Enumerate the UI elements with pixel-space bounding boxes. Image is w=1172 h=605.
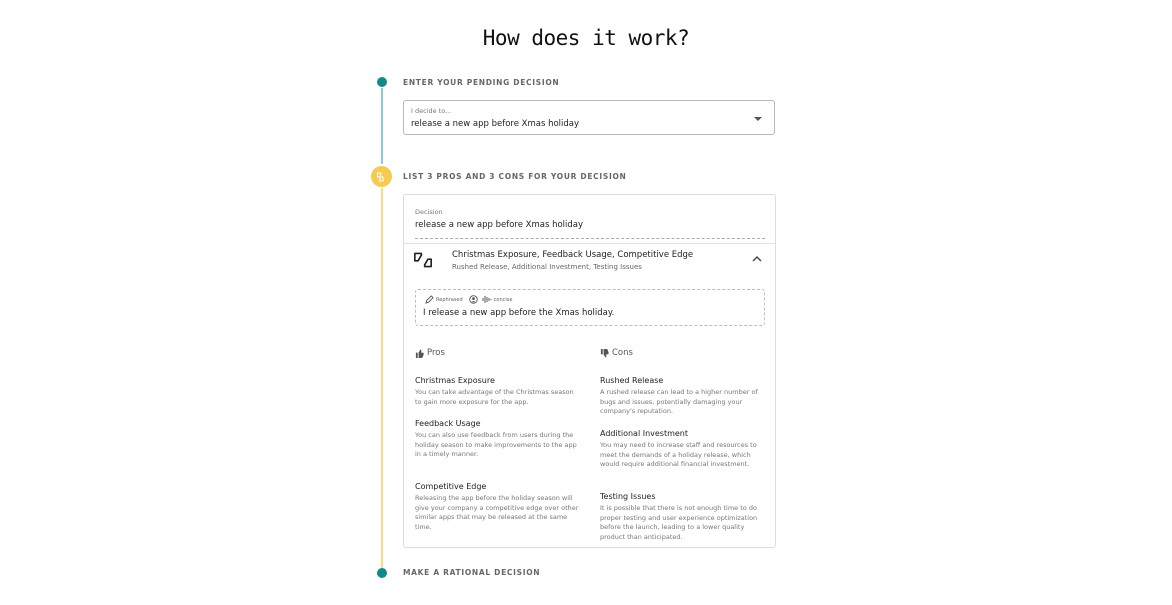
- pro-item-desc: You can take advantage of the Christmas …: [415, 388, 574, 406]
- con-item-desc: A rushed release can lead to a higher nu…: [600, 388, 758, 416]
- con-item-desc: It is possible that there is not enough …: [600, 504, 758, 541]
- pro-item-title: Competitive Edge: [415, 482, 487, 491]
- step-label-enter-decision: ENTER YOUR PENDING DECISION: [403, 78, 560, 87]
- step-label-rational-decision: MAKE A RATIONAL DECISION: [403, 568, 541, 577]
- chevron-down-icon[interactable]: [754, 117, 762, 121]
- rephrased-tag-label: Rephrased: [436, 296, 463, 303]
- con-item-title: Testing Issues: [600, 492, 656, 501]
- accordion-title[interactable]: Christmas Exposure, Feedback Usage, Comp…: [452, 250, 693, 260]
- pro-item-title: Christmas Exposure: [415, 376, 495, 385]
- pros-heading-label: Pros: [427, 348, 445, 358]
- divider: [404, 243, 775, 244]
- pro-item: Feedback Usage You can also use feedback…: [415, 419, 580, 460]
- con-item-title: Rushed Release: [600, 376, 664, 385]
- decision-field-value: release a new app before Xmas holiday: [415, 220, 584, 230]
- timeline-line-step1: [381, 88, 383, 164]
- con-item: Testing Issues It is possible that there…: [600, 492, 765, 542]
- decision-select[interactable]: I decide to... release a new app before …: [403, 100, 775, 135]
- pros-cons-icon: [376, 172, 383, 181]
- rephrased-tag: Rephrased: [425, 295, 463, 304]
- user-icon: [468, 295, 478, 304]
- cons-heading-label: Cons: [612, 348, 633, 358]
- pro-item: Christmas Exposure You can take advantag…: [415, 376, 580, 407]
- timeline-badge-step2: [371, 166, 392, 187]
- decision-select-label: I decide to...: [411, 107, 452, 115]
- con-item-desc: You may need to increase staff and resou…: [600, 441, 757, 469]
- chevron-up-icon[interactable]: [752, 256, 762, 262]
- concise-tag: concise: [482, 295, 513, 304]
- timeline-line-step2: [381, 188, 383, 568]
- thumbs-down-icon: [600, 348, 609, 358]
- timeline-dot-step3: [377, 568, 387, 578]
- rephrase-box[interactable]: Rephrased concise I release a new app be…: [415, 289, 765, 326]
- con-item: Rushed Release A rushed release can lead…: [600, 376, 765, 417]
- concise-tag-label: concise: [493, 296, 513, 303]
- pros-cons-card: Decision release a new app before Xmas h…: [403, 194, 776, 548]
- pro-item: Competitive Edge Releasing the app befor…: [415, 482, 580, 532]
- pros-cons-icon: [414, 252, 432, 268]
- rephrase-tags: Rephrased concise: [425, 295, 514, 304]
- pencil-icon: [425, 295, 434, 304]
- decision-select-value: release a new app before Xmas holiday: [411, 119, 580, 129]
- step-label-pros-cons: LIST 3 PROS AND 3 CONS FOR YOUR DECISION: [403, 172, 627, 181]
- pro-item-title: Feedback Usage: [415, 419, 481, 428]
- pro-item-desc: You can also use feedback from users dur…: [415, 431, 577, 459]
- thumbs-up-icon: [415, 348, 424, 358]
- waveform-icon: [482, 296, 492, 303]
- cons-heading: Cons: [600, 348, 633, 358]
- decision-field-label: Decision: [415, 208, 443, 216]
- page-title: How does it work?: [482, 26, 690, 50]
- accordion-subtitle: Rushed Release, Additional Investment, T…: [452, 263, 642, 271]
- con-item: Additional Investment You may need to in…: [600, 429, 765, 470]
- timeline-dot-step1: [377, 77, 387, 87]
- rephrase-text: I release a new app before the Xmas holi…: [423, 308, 615, 318]
- con-item-title: Additional Investment: [600, 429, 689, 438]
- decision-field[interactable]: Decision release a new app before Xmas h…: [415, 208, 765, 239]
- pros-heading: Pros: [415, 348, 445, 358]
- pro-item-desc: Releasing the app before the holiday sea…: [415, 494, 579, 531]
